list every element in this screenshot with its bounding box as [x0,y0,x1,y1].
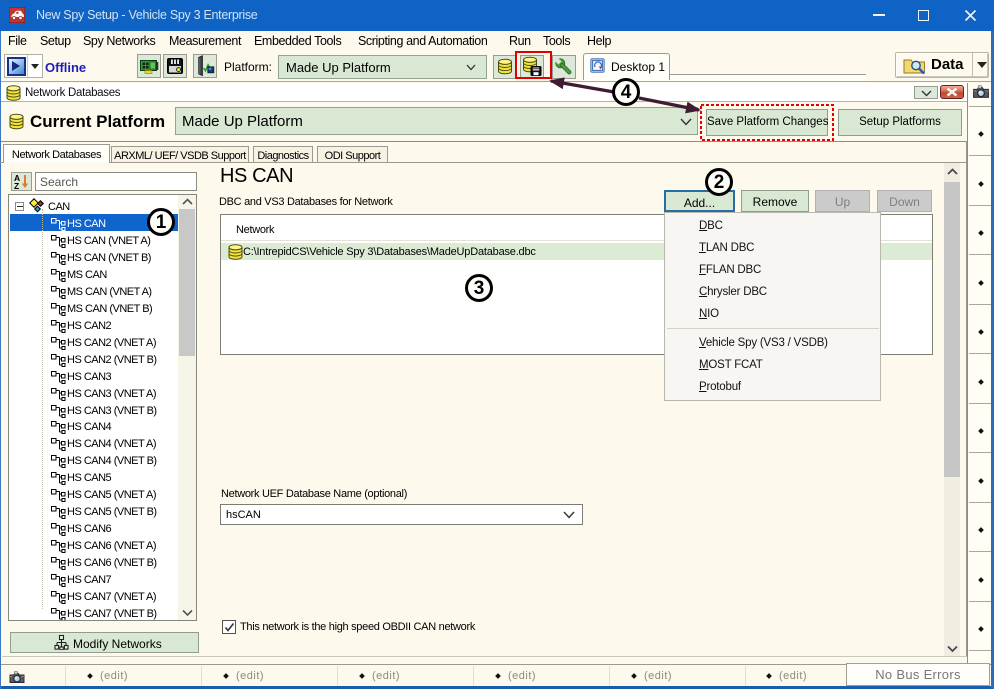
svg-text:Z: Z [14,181,19,190]
